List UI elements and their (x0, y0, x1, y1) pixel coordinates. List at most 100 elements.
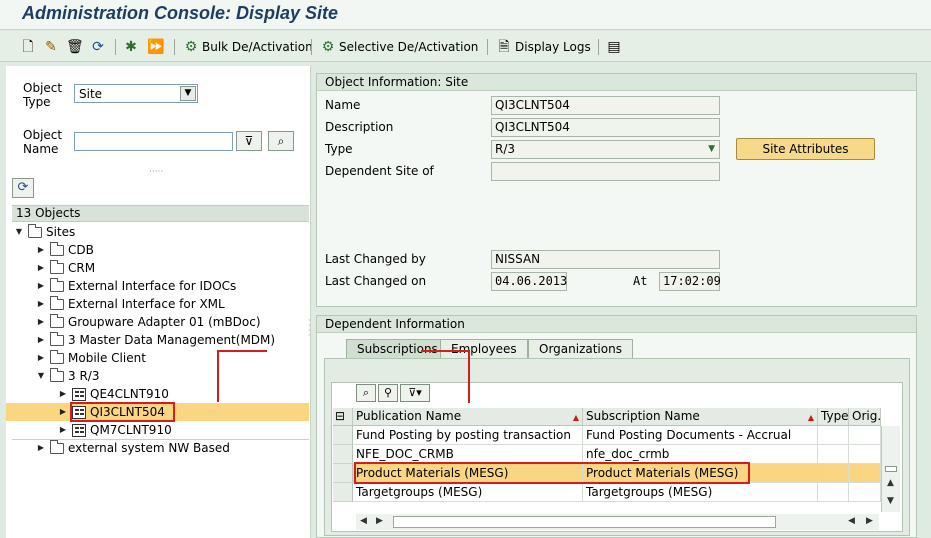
column-header-publication[interactable]: Publication Name ▲ (353, 408, 583, 426)
table-cell (818, 483, 849, 502)
expand-right-icon[interactable]: ▶ (58, 421, 68, 439)
expand-right-icon[interactable]: ▶ (36, 439, 46, 457)
objects-count-header: 13 Objects (12, 205, 309, 222)
column-header-label: Publication Name (356, 409, 462, 423)
scroll-right-icon[interactable]: ▶ (376, 516, 383, 526)
tree-node-r3[interactable]: ▼ 3 R/3 (36, 367, 99, 385)
splitter-handle[interactable]: ····· (149, 167, 163, 177)
tree-node-crm[interactable]: ▶ CRM (36, 259, 95, 277)
tree-node-external-nw[interactable]: ▶ external system NW Based (36, 439, 230, 457)
folder-icon (50, 295, 64, 310)
type-select[interactable]: R/3 ▼ (491, 140, 720, 159)
tree-node-qm7clnt910[interactable]: ▶ QM7CLNT910 (58, 421, 172, 439)
tab-employees[interactable]: Employees (440, 339, 528, 359)
tab-organizations[interactable]: Organizations (528, 339, 633, 359)
chevron-down-icon[interactable]: ▼ (180, 86, 196, 101)
row-selector[interactable] (333, 464, 353, 483)
new-button[interactable]: 🗋 (20, 37, 36, 57)
group-title: Dependent Information (317, 316, 916, 333)
refresh-button[interactable]: ⟳ (90, 37, 106, 57)
expand-right-icon[interactable]: ▶ (58, 403, 68, 421)
expand-right-icon[interactable]: ▶ (36, 331, 46, 349)
annotation-line (421, 350, 470, 352)
table-cell: Fund Posting Documents - Accrual (583, 426, 818, 445)
horizontal-scrollbar[interactable]: ◀ ▶ ◀ ▶ (356, 514, 879, 530)
object-name-label: Object Name (23, 128, 62, 156)
table-cell: Fund Posting by posting transaction (353, 426, 583, 445)
time-field[interactable]: 17:02:09 (659, 272, 721, 291)
select-all-cell[interactable]: ⊟ (333, 408, 353, 426)
folder-icon (50, 313, 64, 328)
object-name-input[interactable] (74, 132, 233, 151)
last-changed-on-field[interactable]: 04.06.2013 (491, 272, 567, 291)
scroll-down-icon[interactable]: ▼ (887, 496, 894, 506)
table-icon: ▤ (607, 39, 621, 55)
folder-icon (50, 331, 64, 346)
filter-button[interactable]: ⊽ (236, 131, 262, 151)
expand-right-icon[interactable]: ▶ (58, 385, 68, 403)
tree-node-label: 3 R/3 (68, 369, 100, 383)
vertical-scrollbar[interactable]: ▲ ▼ (881, 426, 900, 512)
chevron-down-icon[interactable]: ▼ (708, 141, 715, 158)
name-field[interactable]: QI3CLNT504 (491, 96, 720, 115)
scroll-left-icon[interactable]: ◀ (848, 516, 855, 526)
tree-node-mdm[interactable]: ▶ 3 Master Data Management(MDM) (36, 331, 275, 349)
site-icon (72, 423, 86, 437)
filter-button[interactable]: ⊽▾ (400, 384, 430, 402)
type-label: Type (325, 142, 353, 156)
layout-button[interactable]: ▤ (606, 37, 622, 57)
column-header-type[interactable]: Type (818, 408, 849, 426)
expand-right-icon[interactable]: ▶ (36, 313, 46, 331)
execute-button[interactable]: ⏩ (147, 37, 164, 57)
edit-button[interactable]: ✎ (43, 37, 59, 57)
details-button[interactable]: ⌕ (356, 384, 376, 402)
scroll-thumb[interactable] (393, 516, 776, 528)
find-button[interactable]: ⌕ (268, 131, 294, 151)
dependent-site-field[interactable] (491, 162, 720, 181)
bulk-deactivation-button[interactable]: ⚙ Bulk De/Activation (183, 37, 313, 57)
tree-node-sites[interactable]: ▼ Sites (14, 223, 75, 241)
scroll-left-icon[interactable]: ◀ (360, 516, 367, 526)
expand-down-icon[interactable]: ▼ (36, 367, 46, 385)
column-header-subscription[interactable]: Subscription Name ▲ (583, 408, 818, 426)
expand-right-icon[interactable]: ▶ (36, 277, 46, 295)
tree-node-idocs[interactable]: ▶ External Interface for IDOCs (36, 277, 236, 295)
scroll-right-icon[interactable]: ▶ (866, 516, 873, 526)
scroll-thumb[interactable] (885, 466, 897, 472)
tree-node-mobile[interactable]: ▶ Mobile Client (36, 349, 146, 367)
expand-right-icon[interactable]: ▶ (36, 349, 46, 367)
site-attributes-button[interactable]: Site Attributes (736, 138, 875, 160)
toolbar-separator (598, 39, 599, 55)
tree-node-label: external system NW Based (68, 441, 230, 455)
expand-down-icon[interactable]: ▼ (14, 223, 24, 241)
tree-node-groupware[interactable]: ▶ Groupware Adapter 01 (mBDoc) (36, 313, 261, 331)
tab-subscriptions[interactable]: Subscriptions (346, 339, 449, 359)
tree-node-label: External Interface for IDOCs (68, 279, 237, 293)
tree-node-qe4clnt910[interactable]: ▶ QE4CLNT910 (58, 385, 169, 403)
binoculars-icon: ⌕ (277, 134, 285, 148)
annotation-line (468, 350, 470, 403)
scroll-up-icon[interactable]: ▲ (887, 478, 894, 488)
table-cell (849, 483, 881, 502)
selective-deactivation-button[interactable]: ⚙ Selective De/Activation (320, 37, 479, 57)
delete-button[interactable]: 🗑 (66, 37, 84, 57)
tree-node-cdb[interactable]: ▶ CDB (36, 241, 94, 259)
find-button[interactable]: ⚲ (378, 384, 398, 402)
description-field[interactable]: QI3CLNT504 (491, 118, 720, 137)
object-selection-pane: Object Type Site ▼ Object Name ⊽ ⌕ ·····… (6, 66, 311, 538)
tree-refresh-button[interactable]: ⟳ (12, 178, 34, 198)
expand-right-icon[interactable]: ▶ (36, 259, 46, 277)
column-header-orig[interactable]: Orig. (849, 408, 881, 426)
last-changed-by-field[interactable]: NISSAN (491, 250, 720, 269)
vertical-splitter-handle[interactable]: · · · · (308, 317, 311, 340)
tree-node-xml[interactable]: ▶ External Interface for XML (36, 295, 225, 313)
display-logs-button[interactable]: 🗎 Display Logs (496, 37, 590, 57)
expand-right-icon[interactable]: ▶ (36, 295, 46, 313)
activate-button[interactable]: ✱ (123, 37, 139, 57)
row-selector[interactable] (333, 483, 353, 502)
object-type-select[interactable]: Site ▼ (74, 84, 198, 103)
logs-icon: 🗎 (498, 39, 510, 55)
row-selector[interactable] (333, 426, 353, 445)
expand-right-icon[interactable]: ▶ (36, 241, 46, 259)
row-selector[interactable] (333, 445, 353, 464)
